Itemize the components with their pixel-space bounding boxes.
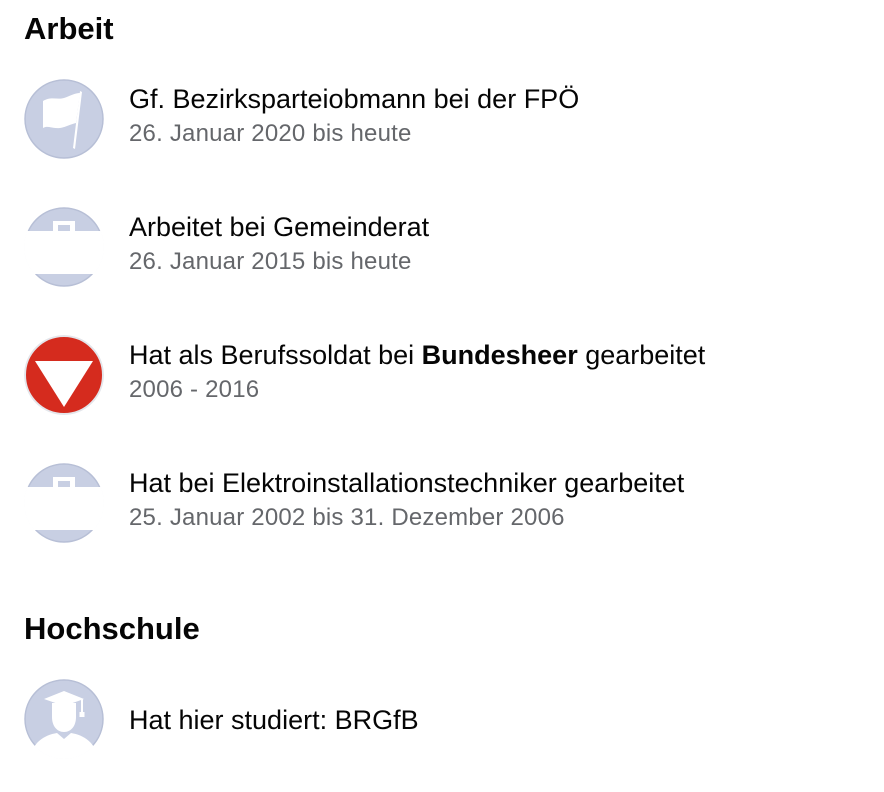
- work-entry[interactable]: Arbeitet bei Gemeinderat 26. Januar 2015…: [24, 207, 874, 289]
- entry-title-suffix: gearbeitet: [577, 340, 706, 370]
- entry-date-range: 25. Januar 2002 bis 31. Dezember 2006: [129, 504, 565, 531]
- section-title-work: Arbeit: [24, 11, 114, 46]
- graduate-icon[interactable]: [24, 679, 104, 759]
- bundesheer-logo-icon[interactable]: [24, 335, 104, 415]
- section-title-education: Hochschule: [24, 611, 200, 646]
- entry-title[interactable]: Arbeitet bei Gemeinderat: [129, 210, 429, 244]
- entry-title[interactable]: Gf. Bezirksparteiobmann bei der FPÖ: [129, 82, 579, 116]
- entry-title[interactable]: Hat bei Elektroinstallationstechniker ge…: [129, 466, 684, 500]
- work-entry[interactable]: Hat als Berufssoldat bei Bundesheer gear…: [24, 335, 874, 417]
- work-entry[interactable]: Gf. Bezirksparteiobmann bei der FPÖ 26. …: [24, 79, 874, 161]
- work-entry[interactable]: Hat bei Elektroinstallationstechniker ge…: [24, 463, 874, 545]
- entry-title[interactable]: Hat hier studiert: BRGfB: [129, 703, 419, 737]
- flag-icon[interactable]: [24, 79, 104, 159]
- entry-date-range: 26. Januar 2020 bis heute: [129, 120, 412, 147]
- briefcase-icon[interactable]: [24, 207, 104, 287]
- briefcase-icon[interactable]: [24, 463, 104, 543]
- entry-title[interactable]: Hat als Berufssoldat bei Bundesheer gear…: [129, 338, 705, 372]
- entry-title-employer[interactable]: Bundesheer: [422, 340, 578, 370]
- entry-date-range: 26. Januar 2015 bis heute: [129, 248, 412, 275]
- entry-date-range: 2006 - 2016: [129, 376, 260, 403]
- education-entry[interactable]: Hat hier studiert: BRGfB: [24, 679, 874, 761]
- entry-title-prefix: Hat als Berufssoldat bei: [129, 340, 422, 370]
